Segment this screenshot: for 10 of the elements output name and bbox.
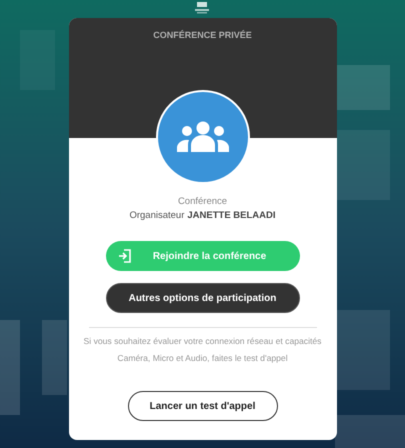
enter-icon: [118, 249, 132, 263]
organizer-label: Organisateur: [129, 210, 184, 221]
test-call-button[interactable]: Lancer un test d'appel: [128, 391, 278, 421]
dialog-title: CONFÉRENCE PRIVÉE: [153, 30, 252, 42]
options-button[interactable]: Autres options de participation: [106, 283, 300, 313]
logo-icon: [194, 2, 210, 14]
conference-label: Conférence: [178, 196, 228, 207]
organizer-name: JANETTE BELAADI: [187, 210, 276, 221]
people-icon: [176, 120, 230, 154]
hint-text: Si vous souhaitez évaluer votre connexion réseau et capacités Caméra, Micro et Audio, faites le test d'appel: [82, 335, 322, 365]
